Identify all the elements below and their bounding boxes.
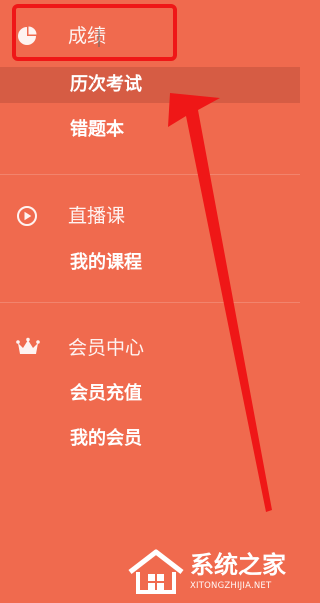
- house-logo-icon: [126, 548, 186, 596]
- menu-item-label: 错题本: [70, 119, 124, 140]
- menu-item-exam-history[interactable]: 历次考试: [0, 67, 300, 103]
- menu-item-my-membership[interactable]: 我的会员: [0, 421, 300, 457]
- section-header-live-classes[interactable]: 直播课: [0, 200, 300, 232]
- section-divider: [0, 302, 300, 303]
- menu-item-member-recharge[interactable]: 会员充值: [0, 376, 300, 412]
- section-divider: [0, 174, 300, 175]
- menu-item-wrong-questions[interactable]: 错题本: [0, 112, 300, 148]
- text-cursor: [98, 29, 100, 47]
- menu-item-label: 我的会员: [70, 428, 142, 449]
- menu-item-my-courses[interactable]: 我的课程: [0, 245, 300, 281]
- section-title-live-classes: 直播课: [68, 205, 126, 227]
- menu-item-label: 我的课程: [70, 252, 142, 273]
- watermark-title: 系统之家: [190, 551, 286, 579]
- crown-icon: [16, 337, 40, 359]
- menu-item-label: 会员充值: [70, 383, 142, 404]
- highlight-box: [12, 4, 177, 61]
- section-title-member-center: 会员中心: [68, 337, 145, 359]
- play-circle-icon: [16, 205, 38, 227]
- menu-item-label: 历次考试: [70, 74, 142, 95]
- section-header-member-center[interactable]: 会员中心: [0, 332, 300, 364]
- watermark-subtitle: XITONGZHIJIA.NET: [190, 581, 272, 591]
- watermark: 系统之家 XITONGZHIJIA.NET: [126, 548, 296, 598]
